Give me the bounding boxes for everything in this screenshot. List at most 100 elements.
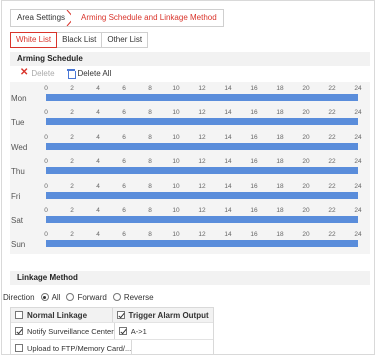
schedule-bar[interactable] (46, 240, 358, 248)
hour-ticks: 0 2 4 6 8 10 12 14 16 18 20 22 24 (44, 85, 361, 93)
linkage-table: Normal Linkage Trigger Alarm Output Noti… (10, 307, 214, 354)
delete-button[interactable]: ✕ Delete (20, 68, 55, 78)
tab-white-list[interactable]: White List (10, 32, 58, 48)
hour-tick-label: 8 (148, 109, 152, 117)
day-label: Mon (11, 94, 27, 103)
hour-tick-label: 16 (250, 109, 258, 117)
hour-tick-label: 12 (198, 85, 206, 92)
day-label: Sat (11, 216, 24, 225)
hour-tick-label: 12 (198, 231, 206, 239)
hour-tick-label: 18 (276, 231, 284, 239)
hour-tick-label: 22 (328, 158, 336, 166)
hour-tick-label: 24 (354, 231, 362, 239)
schedule-bar[interactable] (46, 216, 358, 223)
hour-tick-label: 22 (328, 231, 336, 239)
upload-ftp-label: Upload to FTP/Memory Card/... (27, 343, 132, 353)
hour-tick-label: 12 (198, 182, 206, 190)
hour-tick-label: 6 (122, 85, 126, 92)
upload-ftp-checkbox[interactable] (15, 344, 23, 352)
hour-tick-label: 18 (276, 85, 284, 92)
hour-tick-label: 6 (122, 158, 126, 166)
direction-all-label: All (51, 292, 61, 302)
hour-tick-label: 0 (44, 133, 48, 141)
hour-tick-label: 10 (172, 158, 180, 166)
hour-tick-label: 16 (250, 231, 258, 239)
schedule-bar[interactable] (46, 94, 358, 101)
hour-tick-label: 10 (172, 133, 180, 141)
hour-tick-label: 16 (250, 158, 258, 166)
schedule-bar[interactable] (46, 142, 358, 150)
direction-all-radio[interactable] (40, 293, 49, 301)
hour-tick-label: 0 (44, 85, 48, 92)
hour-tick-label: 16 (250, 182, 258, 190)
direction-forward-radio[interactable] (66, 293, 75, 301)
tab-black-list[interactable]: Black List (57, 32, 103, 48)
hour-tick-label: 14 (224, 207, 232, 214)
hour-tick-label: 14 (224, 85, 232, 92)
day-label: Fri (11, 191, 21, 201)
hour-tick-label: 6 (122, 133, 126, 141)
hour-tick-label: 8 (148, 158, 152, 166)
delete-all-button[interactable]: Delete All (66, 68, 111, 79)
schedule-grid[interactable]: 0 2 4 6 8 10 12 14 16 18 20 22 24 Mon 0 2 4 6 8 10 12 14 16 18 2… (10, 82, 370, 254)
trigger-output-select-all-checkbox[interactable] (116, 311, 125, 319)
hour-tick-label: 14 (224, 231, 232, 239)
direction-forward-label: Forward (77, 292, 107, 302)
hour-tick-label: 10 (172, 85, 180, 92)
normal-linkage-select-all-checkbox[interactable] (15, 311, 23, 319)
hour-tick-label: 14 (224, 133, 232, 141)
hour-tick-label: 16 (250, 133, 258, 141)
hour-tick-label: 12 (198, 207, 206, 214)
normal-linkage-header: Normal Linkage (11, 308, 113, 322)
hour-ticks: 0 2 4 6 8 10 12 14 16 18 20 22 24 (44, 207, 361, 215)
schedule-row-wed[interactable]: 0 2 4 6 8 10 12 14 16 18 20 22 24 Wed (10, 131, 370, 155)
schedule-row-sun[interactable]: 0 2 4 6 8 10 12 14 16 18 20 22 24 Sun (10, 228, 370, 252)
trigger-output-cell-empty (132, 340, 213, 354)
list-tabs: White List Black List Other List (10, 32, 149, 48)
notify-surveillance-center-label: Notify Surveillance Center (27, 326, 114, 336)
schedule-row-sat[interactable]: 0 2 4 6 8 10 12 14 16 18 20 22 24 Sat (10, 204, 370, 228)
hour-tick-label: 20 (302, 231, 310, 239)
normal-linkage-label: Normal Linkage (27, 310, 88, 320)
breadcrumb-area-settings[interactable]: Area Settings (11, 10, 72, 26)
day-label: Wed (11, 142, 28, 152)
delete-label: Delete (31, 68, 55, 78)
output-a1-checkbox[interactable] (118, 327, 127, 335)
breadcrumb-current[interactable]: Arming Schedule and Linkage Method (71, 10, 223, 26)
schedule-bar[interactable] (46, 191, 358, 199)
schedule-row-tue[interactable]: 0 2 4 6 8 10 12 14 16 18 20 22 24 Tue (10, 106, 370, 130)
hour-tick-label: 20 (302, 109, 310, 117)
hour-tick-label: 6 (122, 109, 126, 117)
normal-linkage-cell: Upload to FTP/Memory Card/... (11, 340, 133, 354)
hour-tick-label: 24 (354, 133, 362, 141)
hour-tick-label: 22 (328, 182, 336, 190)
hour-tick-label: 12 (198, 109, 206, 117)
hour-tick-label: 20 (302, 158, 310, 166)
schedule-row-thu[interactable]: 0 2 4 6 8 10 12 14 16 18 20 22 24 Thu (10, 155, 370, 179)
hour-tick-label: 4 (96, 231, 100, 239)
hour-tick-label: 22 (328, 85, 336, 92)
trigger-output-cell: A->1 (115, 323, 213, 339)
schedule-bar[interactable] (46, 118, 358, 126)
notify-surveillance-center-checkbox[interactable] (15, 327, 23, 335)
direction-reverse-radio[interactable] (112, 293, 121, 301)
hour-tick-label: 4 (96, 109, 100, 117)
tab-other-list[interactable]: Other List (102, 32, 149, 48)
hour-tick-label: 10 (172, 182, 180, 190)
hour-tick-label: 2 (70, 133, 74, 141)
direction-row: Direction All Forward Reverse (3, 291, 154, 303)
hour-tick-label: 2 (70, 207, 74, 214)
hour-tick-label: 14 (224, 158, 232, 166)
hour-tick-label: 2 (70, 109, 74, 117)
settings-frame: Area Settings Arming Schedule and Linkag… (1, 0, 375, 355)
hour-tick-label: 14 (224, 109, 232, 117)
schedule-bar[interactable] (46, 167, 358, 175)
hour-tick-label: 10 (172, 231, 180, 239)
schedule-row-fri[interactable]: 0 2 4 6 8 10 12 14 16 18 20 22 24 Fri (10, 180, 370, 204)
hour-ticks: 0 2 4 6 8 10 12 14 16 18 20 22 24 (44, 182, 361, 191)
hour-tick-label: 12 (198, 158, 206, 166)
hour-tick-label: 18 (276, 133, 284, 141)
hour-tick-label: 16 (250, 85, 258, 92)
schedule-row-mon[interactable]: 0 2 4 6 8 10 12 14 16 18 20 22 24 Mon (10, 82, 370, 106)
direction-label: Direction (3, 292, 35, 302)
